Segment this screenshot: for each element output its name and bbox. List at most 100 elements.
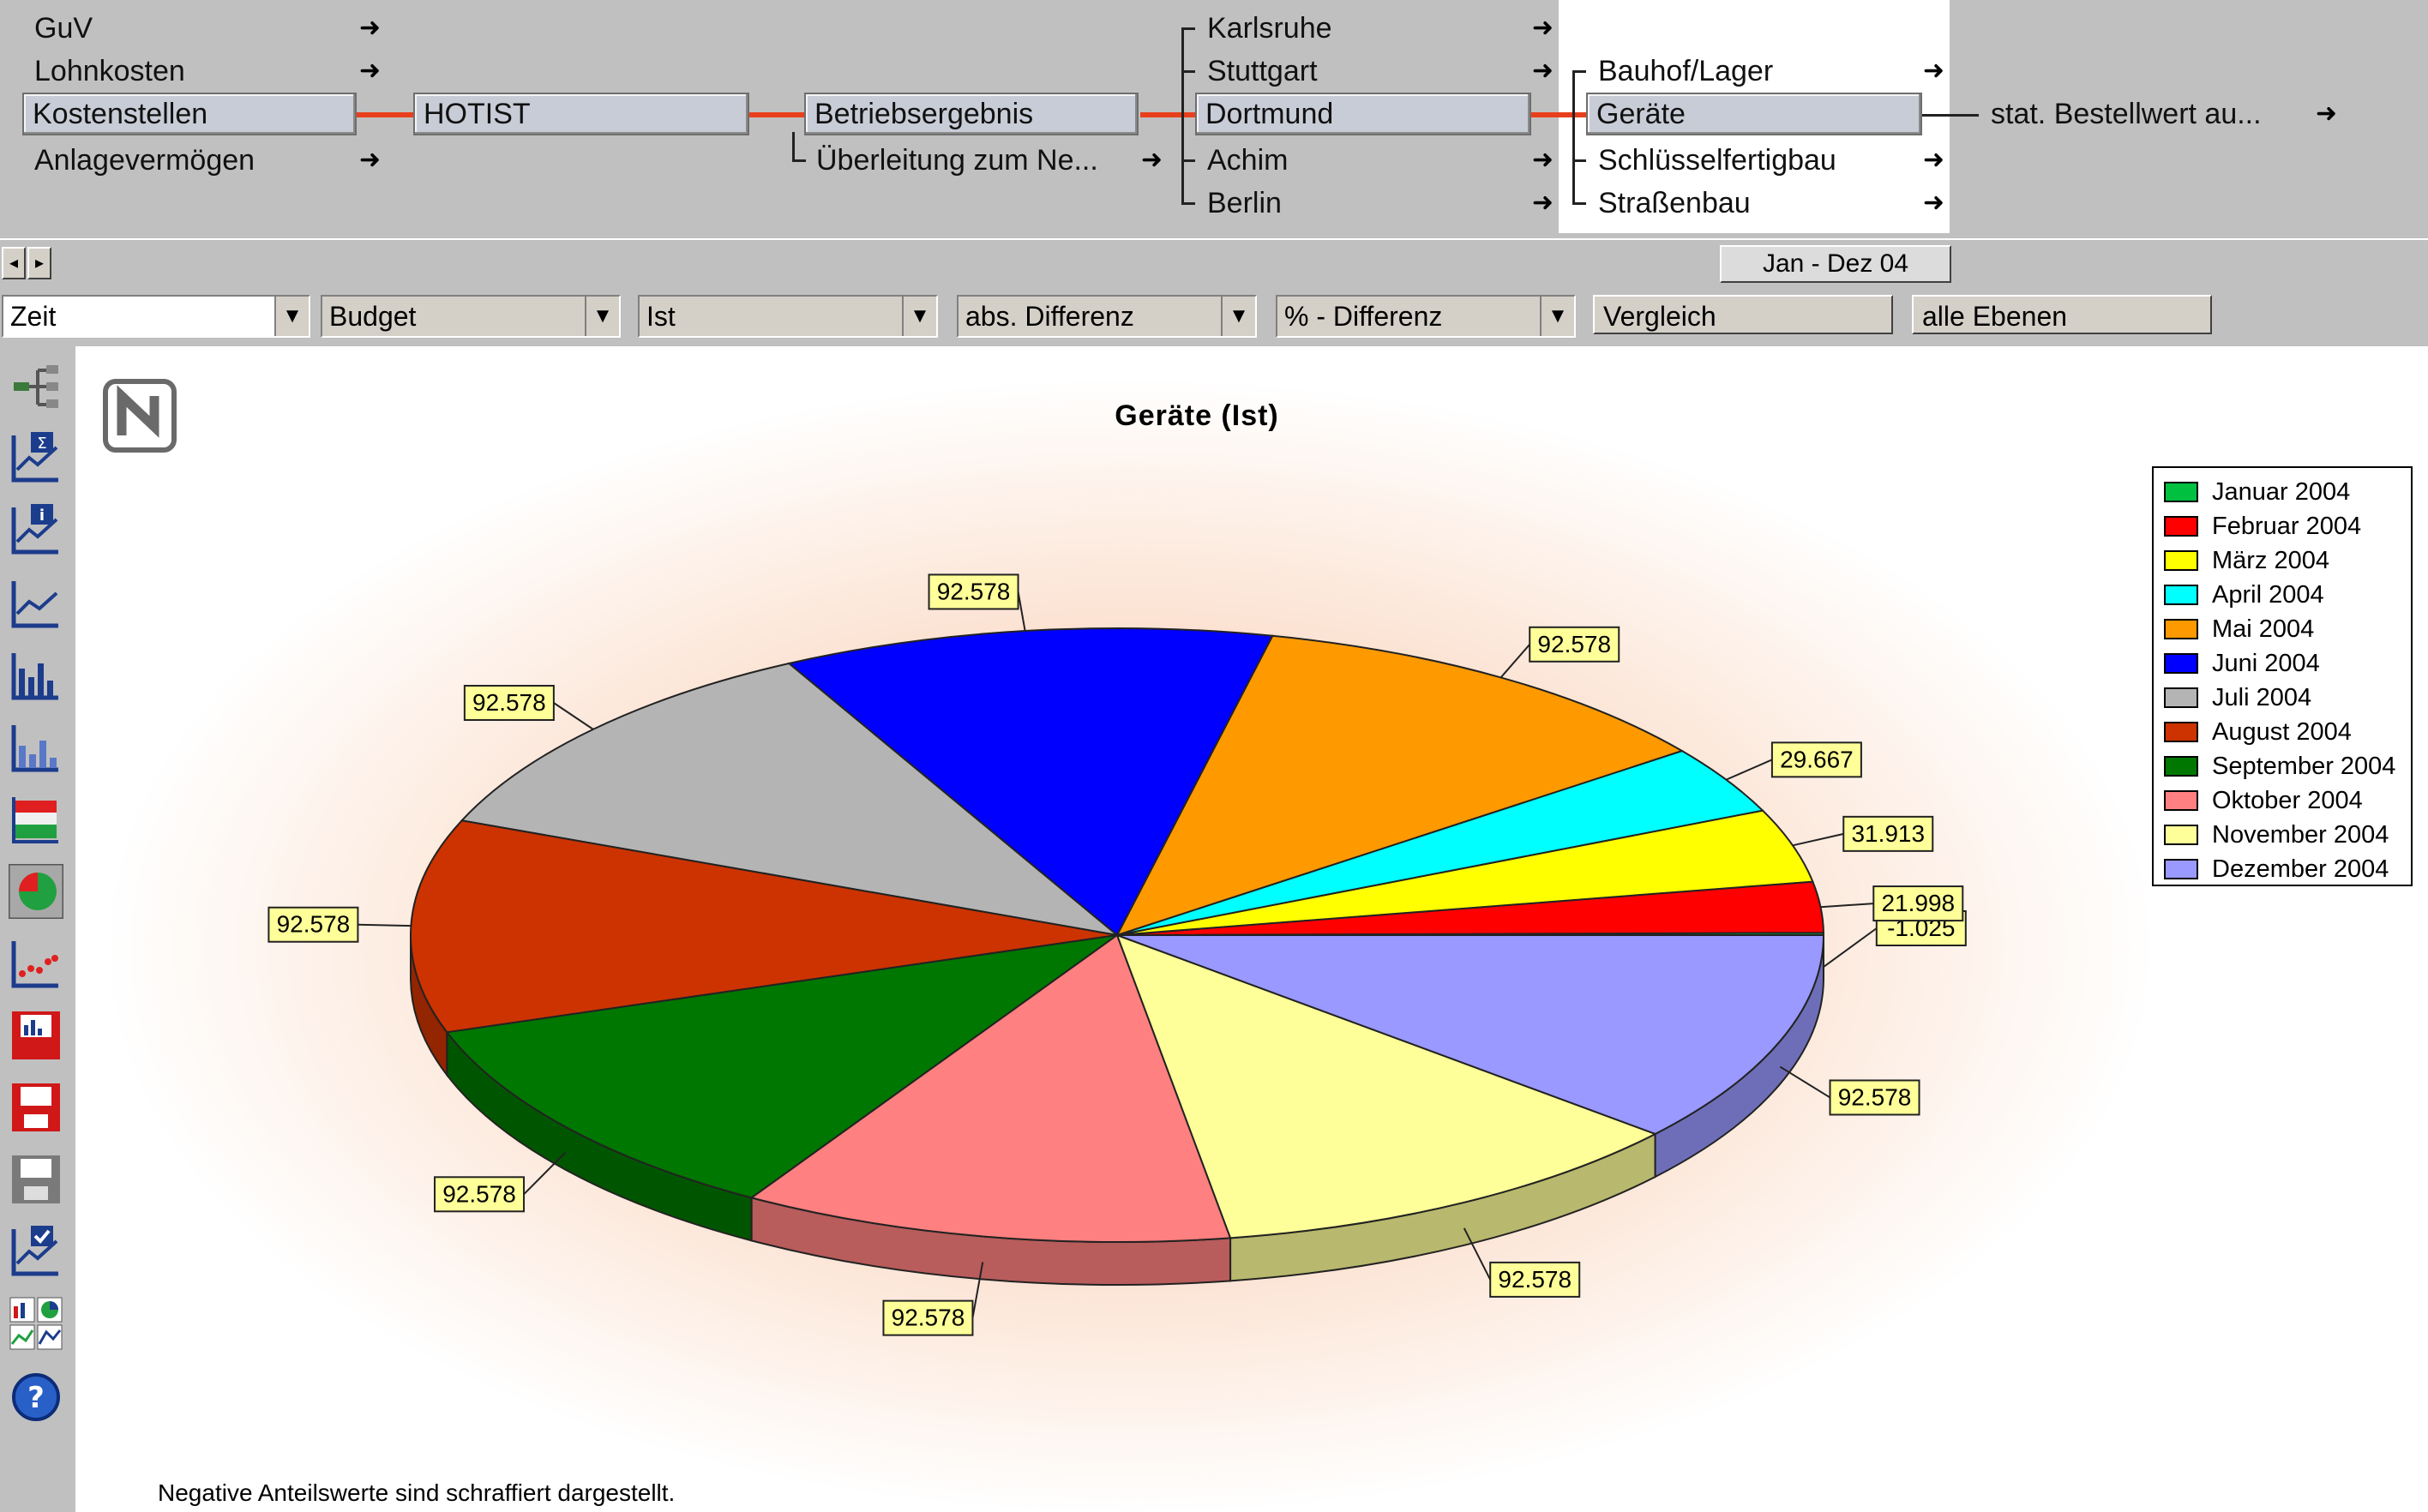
legend-swatch xyxy=(2164,756,2198,777)
label-leader-line xyxy=(1820,903,1874,909)
measure-select-ist[interactable]: Ist ▼ xyxy=(638,295,938,338)
all-levels-button[interactable]: alle Ebenen xyxy=(1912,295,2212,334)
help-icon[interactable]: ? xyxy=(9,1370,63,1425)
nav-item-ueberleitung[interactable]: Überleitung zum Ne... ➜ xyxy=(804,141,1163,180)
path-connector xyxy=(1531,112,1588,117)
chart-info-icon[interactable]: i xyxy=(9,502,63,557)
dimension-select-zeit[interactable]: Zeit ▼ xyxy=(2,295,310,338)
legend-swatch xyxy=(2164,825,2198,845)
chart-footnote: Negative Anteilswerte sind schraffiert d… xyxy=(158,1479,676,1506)
measure-select-prozent-differenz[interactable]: % - Differenz ▼ xyxy=(1276,295,1576,338)
label-leader-line xyxy=(1017,591,1026,632)
legend-swatch xyxy=(2164,687,2198,708)
nav-item-hotist[interactable]: HOTIST xyxy=(413,93,749,135)
data-label: 92.578 xyxy=(277,911,351,938)
nav-item-lohnkosten[interactable]: Lohnkosten ➜ xyxy=(22,51,381,91)
date-range-selector[interactable]: Jan - Dez 04 xyxy=(1720,245,1951,283)
nav-item-bestellwert[interactable]: stat. Bestellwert au... ➜ xyxy=(1979,94,2337,134)
scatter-chart-icon[interactable] xyxy=(9,936,63,991)
nav-item-label: Anlagevermögen xyxy=(34,144,255,177)
tree-line xyxy=(1181,27,1195,30)
arrow-right-icon: ➜ xyxy=(1140,146,1163,174)
data-label: 31.913 xyxy=(1851,820,1925,847)
nav-item-guv[interactable]: GuV ➜ xyxy=(22,9,381,48)
data-label: 92.578 xyxy=(472,689,546,716)
dropdown-arrow-icon[interactable]: ▼ xyxy=(1540,297,1574,336)
nav-item-stuttgart[interactable]: Stuttgart ➜ xyxy=(1195,51,1554,91)
arrow-right-icon: ➜ xyxy=(1531,189,1554,217)
line-chart-icon[interactable] xyxy=(9,576,63,631)
nav-item-betriebsergebnis[interactable]: Betriebsergebnis xyxy=(804,93,1139,135)
multi-chart-icon[interactable] xyxy=(9,1296,63,1351)
nav-item-strassenbau[interactable]: Straßenbau ➜ xyxy=(1586,183,1944,223)
nav-item-achim[interactable]: Achim ➜ xyxy=(1195,141,1554,180)
chart-sum-icon[interactable]: Σ xyxy=(9,430,63,485)
check-chart-icon[interactable] xyxy=(9,1224,63,1279)
save-as-icon[interactable] xyxy=(9,1152,63,1207)
nav-item-berlin[interactable]: Berlin ➜ xyxy=(1195,183,1554,223)
nav-item-bauhof-lager[interactable]: Bauhof/Lager ➜ xyxy=(1586,51,1944,91)
compare-button[interactable]: Vergleich xyxy=(1593,295,1893,334)
arrow-right-icon: ➜ xyxy=(358,57,381,85)
dropdown-arrow-icon[interactable]: ▼ xyxy=(902,297,936,336)
nav-item-schluesselfertigbau[interactable]: Schlüsselfertigbau ➜ xyxy=(1586,141,1944,180)
nav-item-anlagevermoegen[interactable]: Anlagevermögen ➜ xyxy=(22,141,381,180)
data-label: 92.578 xyxy=(1838,1083,1912,1110)
dropdown-arrow-icon[interactable]: ▼ xyxy=(1221,297,1255,336)
nav-item-label: Überleitung zum Ne... xyxy=(816,144,1098,177)
data-label: 92.578 xyxy=(937,578,1011,604)
legend-swatch xyxy=(2164,859,2198,879)
legend-entry: Februar 2004 xyxy=(2164,509,2413,543)
label-leader-line xyxy=(1726,759,1773,781)
legend-entry: April 2004 xyxy=(2164,578,2413,612)
tree-line xyxy=(1181,202,1195,205)
triangle-right-icon: ▸ xyxy=(34,254,45,273)
data-label: 92.578 xyxy=(892,1305,965,1331)
dropdown-arrow-icon[interactable]: ▼ xyxy=(585,297,619,336)
pie-chart-icon[interactable] xyxy=(9,864,63,919)
dropdown-arrow-icon[interactable]: ▼ xyxy=(274,297,309,336)
measure-select-abs-differenz[interactable]: abs. Differenz ▼ xyxy=(957,295,1257,338)
scroll-left-button[interactable]: ◂ xyxy=(2,247,26,279)
legend-swatch xyxy=(2164,482,2198,502)
nav-item-label: Stuttgart xyxy=(1207,55,1318,87)
bar-chart-3d-icon[interactable] xyxy=(9,720,63,775)
legend-entry: Januar 2004 xyxy=(2164,475,2413,509)
path-connector xyxy=(749,112,806,117)
nav-item-label: Achim xyxy=(1207,144,1289,177)
legend-label: April 2004 xyxy=(2212,581,2324,609)
arrow-right-icon: ➜ xyxy=(358,146,381,174)
nav-item-label: Schlüsselfertigbau xyxy=(1598,144,1836,177)
select-value: abs. Differenz xyxy=(965,301,1134,332)
scroll-right-button[interactable]: ▸ xyxy=(27,247,51,279)
tree-line xyxy=(1181,70,1195,73)
tree-line xyxy=(1181,159,1195,162)
nav-item-label: Berlin xyxy=(1207,187,1282,219)
nav-item-label: Lohnkosten xyxy=(34,55,185,87)
pie-chart: -1.02521.99831.91329.66792.57892.57892.5… xyxy=(267,573,1967,1336)
nav-item-kostenstellen[interactable]: Kostenstellen xyxy=(22,93,357,135)
tree-line xyxy=(1922,114,1979,117)
tree-line xyxy=(1572,202,1586,205)
legend-label: November 2004 xyxy=(2212,821,2389,849)
measure-select-budget[interactable]: Budget ▼ xyxy=(321,295,621,338)
legend-swatch xyxy=(2164,550,2198,571)
legend-swatch xyxy=(2164,722,2198,742)
legend-label: August 2004 xyxy=(2212,718,2352,746)
label-leader-line xyxy=(1779,1065,1831,1099)
save-chart-icon[interactable] xyxy=(9,1008,63,1063)
select-value: % - Differenz xyxy=(1284,301,1443,332)
nav-item-geraete[interactable]: Geräte xyxy=(1586,93,1922,135)
bar-chart-icon[interactable] xyxy=(9,648,63,703)
tree-line xyxy=(1572,70,1575,204)
select-value: Budget xyxy=(329,301,417,332)
arrow-right-icon: ➜ xyxy=(1531,146,1554,174)
period-strip: ◂ ▸ Jan - Dez 04 xyxy=(0,238,2428,286)
tree-icon[interactable] xyxy=(9,360,63,415)
nav-item-karlsruhe[interactable]: Karlsruhe ➜ xyxy=(1195,9,1554,48)
nav-item-dortmund[interactable]: Dortmund xyxy=(1195,93,1531,135)
stacked-chart-icon[interactable] xyxy=(9,792,63,847)
tree-line xyxy=(1572,70,1586,73)
save-icon[interactable] xyxy=(9,1080,63,1135)
legend-entry: Mai 2004 xyxy=(2164,612,2413,646)
